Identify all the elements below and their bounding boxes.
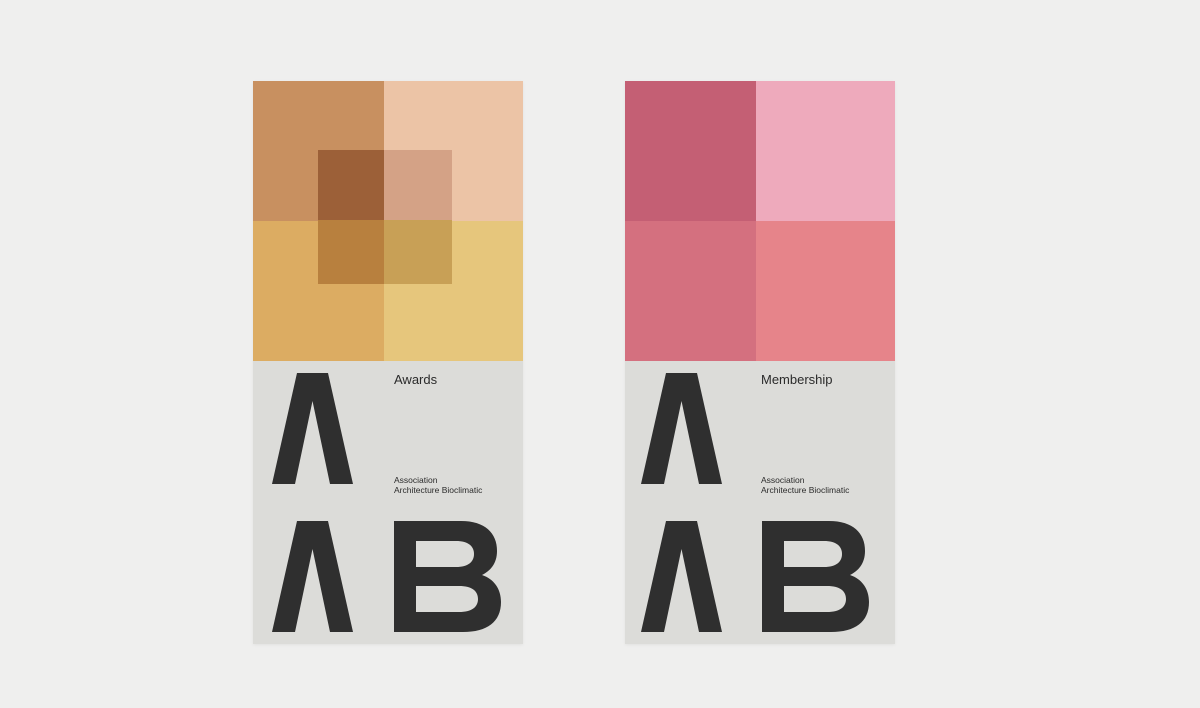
- swatch-bottom-right: [756, 221, 895, 361]
- overlay-square: [318, 150, 452, 284]
- logo-chevron-top: [272, 373, 353, 484]
- awards-card: Awards Association Architecture Bioclima…: [253, 81, 523, 644]
- overlay-bottom-left: [318, 220, 384, 284]
- overlay-top-right: [384, 150, 452, 220]
- organization-line-1: Association: [761, 475, 805, 485]
- organization-line-2: Architecture Bioclimatic: [761, 485, 850, 495]
- card-label-panel: Awards Association Architecture Bioclima…: [253, 361, 523, 644]
- overlay-top-left: [318, 150, 384, 220]
- logo-letter-b: [394, 521, 501, 632]
- swatch-top-right: [756, 81, 895, 221]
- organization-line-1: Association: [394, 475, 438, 485]
- color-swatch-grid: [625, 81, 895, 361]
- aab-logo-mark: [641, 373, 869, 632]
- organization-line-2: Architecture Bioclimatic: [394, 485, 483, 495]
- organization-name: Association Architecture Bioclimatic: [761, 475, 849, 495]
- overlay-bottom-right: [384, 220, 452, 284]
- logo-letter-b: [762, 521, 869, 632]
- aab-logo-mark: [272, 373, 501, 632]
- membership-card: Membership Association Architecture Bioc…: [625, 81, 895, 644]
- logo-chevron-bottom: [272, 521, 353, 632]
- logo-chevron-bottom: [641, 521, 722, 632]
- card-label-panel: Membership Association Architecture Bioc…: [625, 361, 895, 644]
- swatch-top-left: [625, 81, 756, 221]
- card-title: Membership: [761, 372, 833, 387]
- swatch-bottom-left: [625, 221, 756, 361]
- organization-name: Association Architecture Bioclimatic: [394, 475, 482, 495]
- card-title: Awards: [394, 372, 438, 387]
- logo-chevron-top: [641, 373, 722, 484]
